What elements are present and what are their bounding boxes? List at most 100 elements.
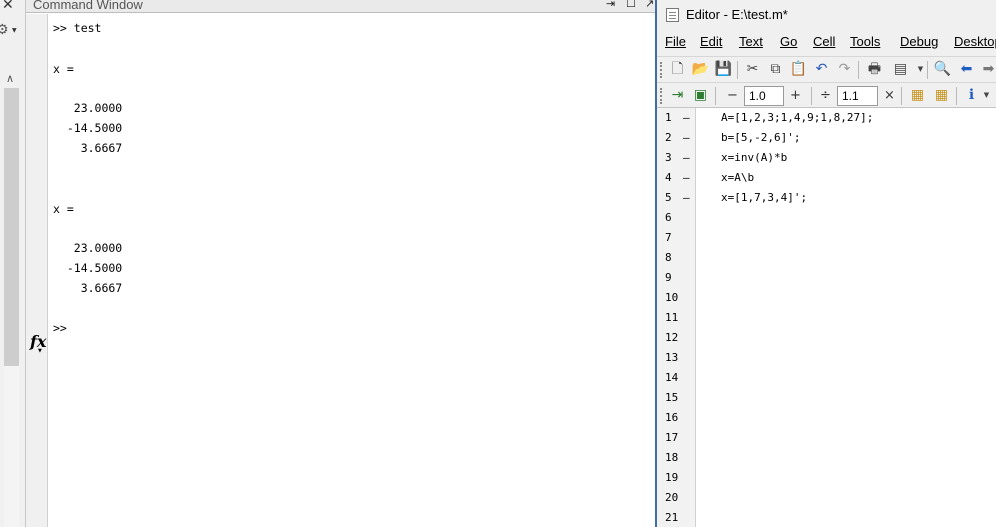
command-output: 23.0000: [53, 101, 123, 115]
print-icon[interactable]: 🖶: [865, 60, 884, 79]
menu-text[interactable]: Text: [739, 34, 763, 49]
gear-icon[interactable]: ⚙: [0, 22, 9, 38]
back-arrow-icon[interactable]: ⬅: [957, 60, 976, 79]
menu-tools-label: Tools: [850, 34, 881, 49]
command-prompt[interactable]: >>: [53, 321, 67, 335]
line-number: 16: [665, 411, 679, 424]
divide-button[interactable]: ÷: [820, 86, 831, 106]
close-icon[interactable]: ↗: [645, 0, 654, 10]
cut-icon[interactable]: ✂: [743, 60, 762, 79]
line-number: 4: [665, 171, 672, 184]
toolbar-divider: [901, 87, 902, 105]
breakpoint-marker[interactable]: –: [683, 191, 690, 204]
editor-window[interactable]: Editor - E:\test.m* File Edit Text Go Ce…: [655, 0, 996, 527]
open-folder-icon[interactable]: 📂: [691, 60, 710, 79]
command-output: -14.5000: [53, 261, 123, 275]
run-advance-icon[interactable]: ▦: [932, 86, 951, 105]
line-number: 2: [665, 131, 672, 144]
toolbar-divider: [927, 61, 928, 79]
line-number: 6: [665, 211, 672, 224]
code-line[interactable]: x=[1,7,3,4]';: [721, 191, 807, 204]
menu-tools[interactable]: Tools: [850, 34, 880, 49]
find-icon[interactable]: 🔍: [933, 60, 952, 79]
run-cell-icon[interactable]: ▦: [908, 86, 927, 105]
save-icon[interactable]: 💾: [714, 60, 733, 79]
undo-icon[interactable]: ↶: [812, 60, 831, 79]
publish-icon[interactable]: ▤: [891, 60, 910, 79]
increment-button[interactable]: +: [790, 86, 801, 106]
line-number: 21: [665, 511, 679, 524]
command-output: -14.5000: [53, 121, 123, 135]
copy-icon[interactable]: ⧉: [766, 60, 785, 79]
line-number: 12: [665, 331, 679, 344]
menu-go-label: Go: [780, 34, 798, 49]
toolbar-divider: [956, 87, 957, 105]
command-window-title: Command Window: [33, 0, 143, 12]
line-number: 7: [665, 231, 672, 244]
line-number: 20: [665, 491, 679, 504]
gutter-divider: [695, 108, 696, 527]
line-number: 17: [665, 431, 679, 444]
editor-title: Editor - E:\test.m*: [686, 7, 788, 22]
forward-arrow-icon[interactable]: ➡: [979, 60, 996, 79]
redo-icon[interactable]: ↷: [835, 60, 854, 79]
command-window[interactable]: Command Window ⇥ ☐ ↗ fx ▼ >> test x = 23…: [26, 0, 655, 527]
breakpoint-marker[interactable]: –: [683, 171, 690, 184]
code-line[interactable]: x=A\b: [721, 171, 754, 184]
toolbar-divider: [737, 61, 738, 79]
cell-toolbar: ⇥ ▣ − 1.0 + ÷ 1.1 × ▦ ▦ ℹ ▼: [657, 82, 996, 108]
command-window-titlebar: Command Window ⇥ ☐ ↗: [26, 0, 655, 13]
breakpoint-marker[interactable]: –: [683, 111, 690, 124]
menu-go[interactable]: Go: [780, 34, 797, 49]
editor-code-area[interactable]: 1 2 3 4 5 6 7 8 9 10 11 12 13 14 15 16 1…: [657, 108, 996, 527]
editor-toolbar: 🗋 📂 💾 ✂ ⧉ 📋 ↶ ↷ 🖶 ▤ ▼ 🔍 ⬅ ➡: [657, 56, 996, 82]
line-number: 11: [665, 311, 679, 324]
breakpoint-marker[interactable]: –: [683, 151, 690, 164]
decrement-button[interactable]: −: [727, 86, 738, 106]
menu-debug[interactable]: Debug: [900, 34, 938, 49]
menu-cell[interactable]: Cell: [813, 34, 835, 49]
command-line: >> test: [53, 21, 102, 35]
command-output: x =: [53, 202, 74, 216]
command-gutter: fx ▼: [26, 14, 48, 527]
editor-menubar: File Edit Text Go Cell Tools Debug Deskt…: [657, 31, 996, 53]
code-line[interactable]: b=[5,-2,6]';: [721, 131, 800, 144]
paste-icon[interactable]: 📋: [789, 60, 808, 79]
line-number: 14: [665, 371, 679, 384]
scrollbar-thumb[interactable]: [4, 88, 19, 366]
breakpoint-marker[interactable]: –: [683, 131, 690, 144]
line-number: 5: [665, 191, 672, 204]
editor-titlebar: Editor - E:\test.m*: [657, 0, 996, 30]
evaluate-cell-icon[interactable]: ▣: [691, 86, 710, 105]
chevron-down-icon[interactable]: ▼: [38, 348, 42, 354]
chevron-down-icon[interactable]: ▼: [977, 86, 996, 105]
maximize-icon[interactable]: ☐: [626, 0, 636, 10]
code-line[interactable]: A=[1,2,3;1,4,9;1,8,27];: [721, 111, 873, 124]
line-number: 1: [665, 111, 672, 124]
multiply-button[interactable]: ×: [884, 86, 895, 106]
chevron-down-icon[interactable]: ▼: [12, 27, 17, 34]
menu-desktop[interactable]: Desktop: [954, 34, 996, 49]
menu-file-label: File: [665, 34, 686, 49]
increment-value-field[interactable]: 1.0: [744, 86, 784, 106]
line-number: 8: [665, 251, 672, 264]
line-number: 19: [665, 471, 679, 484]
scale-value-field[interactable]: 1.1: [837, 86, 878, 106]
new-file-icon[interactable]: 🗋: [668, 60, 687, 79]
command-output: x =: [53, 62, 74, 76]
toolbar-grip[interactable]: [660, 62, 662, 78]
menu-debug-label: Debug: [900, 34, 939, 49]
menu-text-label: Text: [739, 34, 763, 49]
command-output: 3.6667: [53, 281, 123, 295]
scroll-up-icon[interactable]: ∧: [6, 72, 14, 85]
toolbar-grip[interactable]: [660, 88, 662, 104]
close-icon[interactable]: ✕: [2, 0, 14, 13]
insert-cell-icon[interactable]: ⇥: [668, 86, 687, 105]
menu-file[interactable]: File: [665, 34, 686, 49]
menu-edit[interactable]: Edit: [700, 34, 722, 49]
line-number: 15: [665, 391, 679, 404]
undock-icon[interactable]: ⇥: [606, 0, 615, 10]
code-line[interactable]: x=inv(A)*b: [721, 151, 787, 164]
line-number: 10: [665, 291, 679, 304]
toolbar-divider: [858, 61, 859, 79]
